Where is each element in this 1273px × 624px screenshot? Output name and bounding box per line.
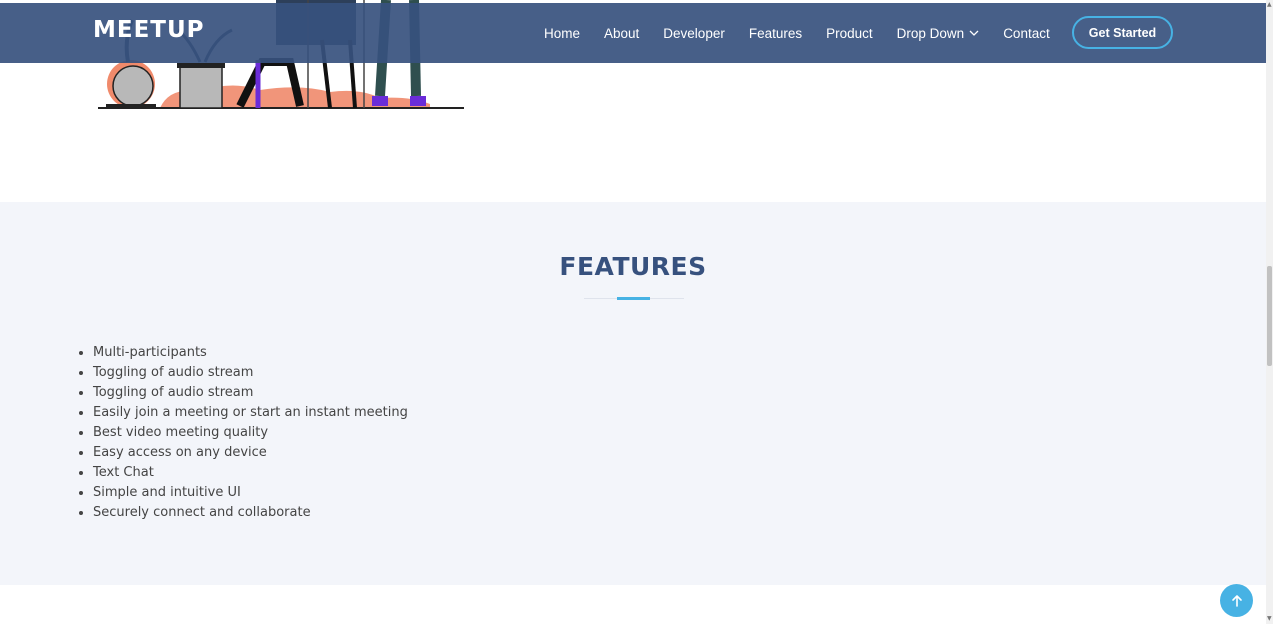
list-item: Toggling of audio stream xyxy=(93,363,408,383)
site-header: MEETUP Home About Developer Features Pro… xyxy=(0,3,1266,63)
list-item: Text Chat xyxy=(93,463,408,483)
nav-label: Product xyxy=(826,25,873,41)
title-accent-bar xyxy=(617,297,650,300)
nav-label: About xyxy=(604,25,640,41)
list-item: Toggling of audio stream xyxy=(93,383,408,403)
scroll-down-icon[interactable]: ▼ xyxy=(1267,615,1272,622)
list-item: Multi-participants xyxy=(93,343,408,363)
scroll-up-icon[interactable]: ▲ xyxy=(1267,1,1272,8)
chevron-down-icon xyxy=(969,30,979,36)
features-section: FEATURES Multi-participants Toggling of … xyxy=(0,202,1266,585)
back-to-top-button[interactable] xyxy=(1220,584,1253,617)
list-item: Simple and intuitive UI xyxy=(93,483,408,503)
nav-item-features[interactable]: Features xyxy=(749,26,802,41)
nav-item-drop-down[interactable]: Drop Down xyxy=(897,26,980,41)
list-item: Easy access on any device xyxy=(93,443,408,463)
next-section xyxy=(0,585,1266,624)
nav-label: Developer xyxy=(663,25,725,41)
nav-label: Features xyxy=(748,25,803,41)
section-title: FEATURES xyxy=(559,252,707,281)
scrollbar-thumb[interactable] xyxy=(1267,266,1272,366)
nav-label: Home xyxy=(544,25,581,41)
nav-item-home[interactable]: Home xyxy=(544,26,580,41)
nav-label: Drop Down xyxy=(896,25,965,41)
feature-list: Multi-participants Toggling of audio str… xyxy=(93,343,408,523)
arrow-up-icon xyxy=(1231,594,1242,607)
nav-item-product[interactable]: Product xyxy=(826,26,873,41)
list-item: Easily join a meeting or start an instan… xyxy=(93,403,408,423)
site-logo[interactable]: MEETUP xyxy=(93,17,205,43)
nav-item-contact[interactable]: Contact xyxy=(1003,26,1050,41)
nav-label: Contact xyxy=(1003,25,1050,41)
list-item: Securely connect and collaborate xyxy=(93,503,408,523)
nav-item-about[interactable]: About xyxy=(604,26,639,41)
main-nav: Home About Developer Features Product Dr… xyxy=(532,3,1062,63)
list-item: Best video meeting quality xyxy=(93,423,408,443)
get-started-button[interactable]: Get Started xyxy=(1072,16,1173,49)
nav-item-developer[interactable]: Developer xyxy=(663,26,725,41)
